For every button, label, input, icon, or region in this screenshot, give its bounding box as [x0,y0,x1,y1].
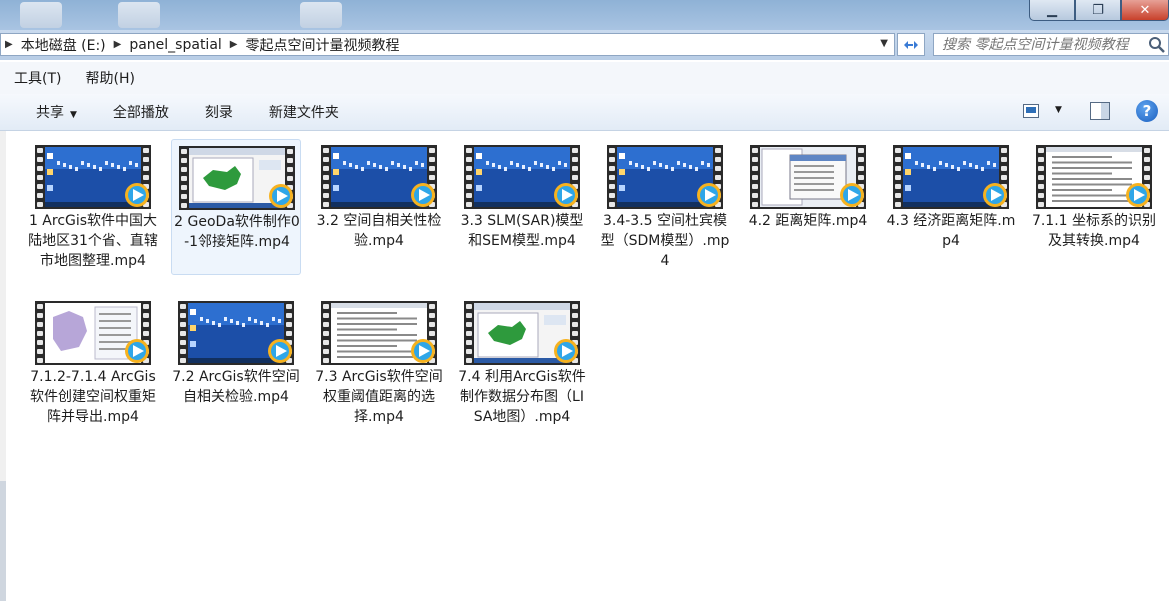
breadcrumb-chevron-icon[interactable]: ▶ [110,39,126,50]
file-name: 3.4-3.5 空间杜宾模型（SDM模型）.mp4 [600,213,730,269]
help-icon[interactable]: ? [1136,100,1158,122]
file-name: 4.2 距离矩阵.mp4 [748,213,868,229]
file-item[interactable]: 3.3 SLM(SAR)模型和SEM模型.mp4 [457,139,587,275]
close-button[interactable]: ✕ [1121,0,1169,21]
video-thumbnail [893,145,1009,209]
search-input[interactable] [933,33,1169,56]
vertical-scrollbar[interactable] [0,131,6,601]
view-options-dropdown-icon[interactable]: ▼ [1055,105,1062,115]
minimize-button[interactable]: ▁ [1029,0,1075,21]
taskbar-app-icon [118,2,160,28]
file-name: 2 GeoDa软件制作0-1邻接矩阵.mp4 [174,214,300,250]
video-thumbnail [178,301,294,365]
breadcrumb-panel-spatial[interactable]: panel_spatial [125,37,225,53]
video-thumbnail [321,301,437,365]
taskbar-chrome-icon [20,2,62,28]
breadcrumb-drive[interactable]: 本地磁盘 (E:) [17,35,110,55]
video-thumbnail [464,145,580,209]
command-bar: 共享 ▼ 全部播放 刻录 新建文件夹 [0,94,1169,131]
video-thumbnail [35,145,151,209]
video-thumbnail [1036,145,1152,209]
address-history-dropdown-icon[interactable]: ▼ [880,38,888,49]
window-title-bar: ▁ ❐ ✕ [0,0,1169,30]
breadcrumb-current-folder[interactable]: 零起点空间计量视频教程 [242,35,404,55]
refresh-button[interactable] [897,33,925,56]
file-item[interactable]: 7.3 ArcGis软件空间权重阈值距离的选择.mp4 [314,295,444,431]
share-button[interactable]: 共享 ▼ [36,102,77,122]
file-name: 7.1.2-7.1.4 ArcGis软件创建空间权重矩阵并导出.mp4 [30,369,156,425]
file-name: 7.4 利用ArcGis软件制作数据分布图（LISA地图）.mp4 [458,369,586,425]
file-name: 3.3 SLM(SAR)模型和SEM模型.mp4 [460,213,584,249]
file-item[interactable]: 3.2 空间自相关性检验.mp4 [314,139,444,275]
restore-icon: ❐ [1092,2,1104,18]
file-item[interactable]: 7.4 利用ArcGis软件制作数据分布图（LISA地图）.mp4 [457,295,587,431]
video-thumbnail [321,145,437,209]
file-item[interactable]: 7.1.1 坐标系的识别及其转换.mp4 [1029,139,1159,275]
refresh-icon [904,40,918,49]
share-dropdown-icon: ▼ [70,110,77,120]
taskbar-app-icon [300,2,342,28]
close-icon: ✕ [1139,2,1151,18]
address-bar[interactable]: ▶ 本地磁盘 (E:) ▶ panel_spatial ▶ 零起点空间计量视频教… [0,33,895,56]
file-item[interactable]: 4.3 经济距离矩阵.mp4 [886,139,1016,275]
maximize-button[interactable]: ❐ [1075,0,1121,21]
share-label: 共享 [36,105,64,121]
file-name: 3.2 空间自相关性检验.mp4 [316,213,442,249]
file-item[interactable]: 7.1.2-7.1.4 ArcGis软件创建空间权重矩阵并导出.mp4 [28,295,158,431]
play-all-button[interactable]: 全部播放 [113,102,169,122]
file-name: 4.3 经济距离矩阵.mp4 [886,213,1016,249]
search-icon[interactable] [1148,36,1166,54]
menu-help[interactable]: 帮助(H) [85,68,134,88]
video-thumbnail [750,145,866,209]
menu-tools[interactable]: 工具(T) [14,68,61,88]
breadcrumb-root-chevron-icon[interactable]: ▶ [1,39,17,50]
video-thumbnail [607,145,723,209]
file-name: 7.3 ArcGis软件空间权重阈值距离的选择.mp4 [315,369,443,425]
file-name: 1 ArcGis软件中国大陆地区31个省、直辖市地图整理.mp4 [28,213,158,269]
file-item[interactable]: 1 ArcGis软件中国大陆地区31个省、直辖市地图整理.mp4 [28,139,158,275]
change-view-icon[interactable] [1023,104,1039,118]
file-item[interactable]: 2 GeoDa软件制作0-1邻接矩阵.mp4 [171,139,301,275]
file-name: 7.1.1 坐标系的识别及其转换.mp4 [1031,213,1157,249]
new-folder-button[interactable]: 新建文件夹 [269,102,339,122]
video-thumbnail [464,301,580,365]
video-thumbnail [35,301,151,365]
breadcrumb-chevron-icon[interactable]: ▶ [226,39,242,50]
burn-button[interactable]: 刻录 [205,102,233,122]
scrollbar-thumb[interactable] [0,481,6,601]
minimize-icon: ▁ [1047,2,1057,18]
preview-pane-icon[interactable] [1090,102,1110,120]
file-item[interactable]: 7.2 ArcGis软件空间自相关检验.mp4 [171,295,301,431]
file-name: 7.2 ArcGis软件空间自相关检验.mp4 [172,369,300,405]
address-row: ▶ 本地磁盘 (E:) ▶ panel_spatial ▶ 零起点空间计量视频教… [0,30,1169,60]
file-item[interactable]: 4.2 距离矩阵.mp4 [743,139,873,275]
menu-bar: 工具(T) 帮助(H) [0,62,1169,95]
video-thumbnail [179,146,295,210]
file-item[interactable]: 3.4-3.5 空间杜宾模型（SDM模型）.mp4 [600,139,730,275]
